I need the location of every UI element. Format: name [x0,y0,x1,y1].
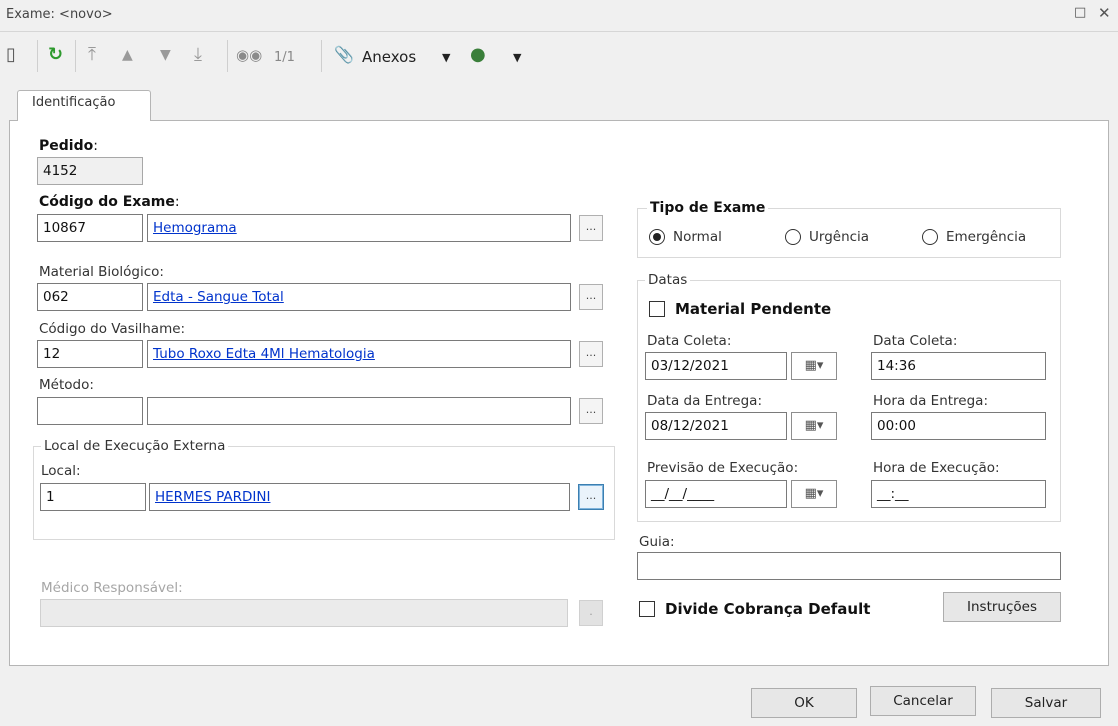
metodo-name-field[interactable] [147,397,571,425]
local-label: Local: [41,463,81,479]
pedido-label: Pedido: [39,138,98,154]
local-lookup-button[interactable]: ... [578,484,604,510]
hora-execucao-label: Hora de Execução: [873,460,1000,476]
pedido-field[interactable]: 4152 [37,157,143,185]
hora-coleta-label: Data Coleta: [873,333,958,349]
tipo-exame-group-title: Tipo de Exame [647,200,769,216]
medico-responsavel-label: Médico Responsável: [41,580,183,596]
new-document-icon[interactable]: ▯ [6,45,16,65]
datas-group-title: Datas [645,272,691,288]
attachments-dropdown-icon[interactable]: ▼ [442,48,450,68]
next-record-icon[interactable]: ▼ [160,45,171,65]
refresh-icon[interactable]: ↻ [48,45,63,65]
close-window-icon[interactable]: ✕ [1098,4,1111,22]
guia-label: Guia: [639,534,675,550]
metodo-code-field[interactable] [37,397,143,425]
material-biologico-lookup-button[interactable]: ... [579,284,603,310]
codigo-vasilhame-label: Código do Vasilhame: [39,321,186,337]
data-entrega-calendar-icon[interactable]: ▦▾ [791,412,837,440]
title-bar [0,0,1118,32]
metodo-lookup-button[interactable]: ... [579,398,603,424]
data-entrega-field[interactable]: 08/12/2021 [645,412,787,440]
data-coleta-field[interactable]: 03/12/2021 [645,352,787,380]
codigo-exame-code-field[interactable]: 10867 [37,214,143,242]
hora-entrega-field[interactable]: 00:00 [871,412,1046,440]
toolbar-separator [321,40,322,72]
codigo-vasilhame-code-field[interactable]: 12 [37,340,143,368]
local-code-field[interactable]: 1 [40,483,146,511]
guia-field[interactable] [637,552,1061,580]
codigo-exame-lookup-button[interactable]: ... [579,215,603,241]
previsao-execucao-label: Previsão de Execução: [647,460,799,476]
tipo-exame-normal-radio[interactable] [649,229,665,245]
codigo-vasilhame-link[interactable]: Tubo Roxo Edta 4Ml Hematologia [153,346,375,362]
record-counter: 1/1 [274,50,295,65]
hora-coleta-field[interactable]: 14:36 [871,352,1046,380]
hora-execucao-field[interactable]: __:__ [871,480,1046,508]
cancelar-button[interactable]: Cancelar [870,686,976,716]
salvar-button[interactable]: Salvar [991,688,1101,718]
previous-record-icon[interactable]: ▲ [122,45,133,65]
data-entrega-label: Data da Entrega: [647,393,762,409]
tipo-exame-urgencia-radio[interactable] [785,229,801,245]
codigo-exame-label: Código do Exame: [39,194,180,210]
local-link[interactable]: HERMES PARDINI [155,489,270,505]
toolbar: ▯ ↻ ⤒ ▲ ▼ ⤓ ◉◉ 1/1 📎 Anexos ▼ ● ▼ [0,33,1118,81]
divide-cobranca-label: Divide Cobrança Default [665,600,871,618]
material-biologico-name-field[interactable]: Edta - Sangue Total [147,283,571,311]
data-coleta-label: Data Coleta: [647,333,732,349]
material-pendente-label: Material Pendente [675,300,832,318]
window-title: Exame: <novo> [6,7,113,22]
codigo-vasilhame-lookup-button[interactable]: ... [579,341,603,367]
codigo-vasilhame-name-field[interactable]: Tubo Roxo Edta 4Ml Hematologia [147,340,571,368]
binoculars-icon[interactable]: ◉◉ [236,45,262,65]
local-execucao-group-title: Local de Execução Externa [41,438,229,454]
medico-responsavel-lookup-button[interactable]: . [579,600,603,626]
hora-entrega-label: Hora da Entrega: [873,393,988,409]
codigo-exame-name-field[interactable]: Hemograma [147,214,571,242]
tipo-exame-urgencia-label: Urgência [809,229,870,245]
previsao-execucao-calendar-icon[interactable]: ▦▾ [791,480,837,508]
toolbar-separator [75,40,76,72]
data-coleta-calendar-icon[interactable]: ▦▾ [791,352,837,380]
tipo-exame-normal-label: Normal [673,229,722,245]
divide-cobranca-checkbox[interactable] [639,601,655,617]
local-name-field[interactable]: HERMES PARDINI [149,483,570,511]
last-record-icon[interactable]: ⤓ [194,45,202,65]
material-biologico-label: Material Biológico: [39,264,164,280]
material-biologico-link[interactable]: Edta - Sangue Total [153,289,284,305]
previsao-execucao-field[interactable]: __/__/____ [645,480,787,508]
tipo-exame-emergencia-label: Emergência [946,229,1027,245]
toolbar-separator [227,40,228,72]
restore-window-icon[interactable]: □ [1074,5,1086,20]
globe-dropdown-icon[interactable]: ▼ [513,48,521,68]
instrucoes-button[interactable]: Instruções [943,592,1061,622]
first-record-icon[interactable]: ⤒ [88,45,96,65]
attachments-button[interactable]: Anexos [362,47,416,67]
toolbar-separator [37,40,38,72]
metodo-label: Método: [39,377,94,393]
tipo-exame-emergencia-radio[interactable] [922,229,938,245]
tab-label: Identificação [32,95,116,110]
paperclip-icon[interactable]: 📎 [334,45,354,65]
codigo-exame-link[interactable]: Hemograma [153,220,237,236]
ok-button[interactable]: OK [751,688,857,718]
material-pendente-checkbox[interactable] [649,301,665,317]
material-biologico-code-field[interactable]: 062 [37,283,143,311]
globe-icon[interactable]: ● [470,45,486,65]
medico-responsavel-field[interactable] [40,599,568,627]
